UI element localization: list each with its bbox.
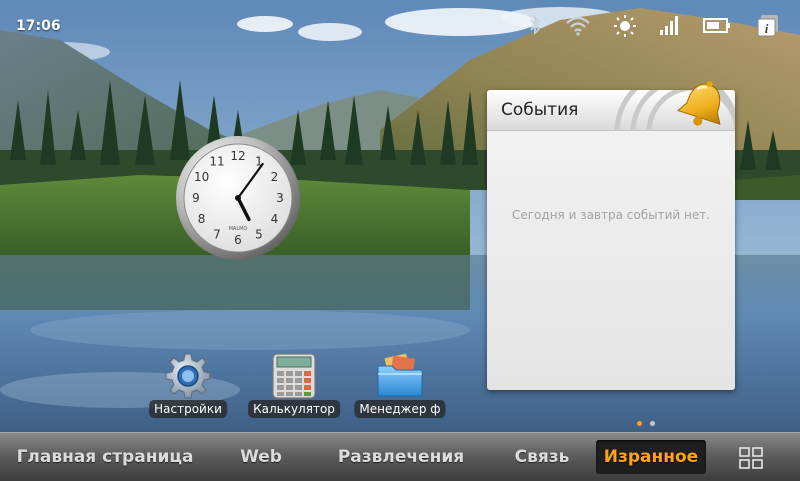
analog-clock-widget[interactable]: 12 1234567891011 MALMO — [174, 134, 302, 262]
status-time: 17:06 — [16, 18, 61, 34]
clock-number: 11 — [209, 155, 224, 169]
clock-number: 3 — [276, 191, 284, 205]
app-label: Настройки — [149, 400, 227, 418]
clock-number: 12 — [230, 149, 245, 163]
signal-icon — [660, 16, 678, 35]
folder-icon — [377, 353, 423, 397]
wifi-icon — [566, 16, 590, 36]
app-file-manager[interactable]: Менеджер ф — [352, 352, 448, 424]
tab-home[interactable]: Главная страница — [8, 433, 202, 481]
info-icon[interactable]: i — [756, 14, 780, 38]
clock-number: 8 — [198, 212, 206, 226]
battery-icon — [703, 18, 730, 33]
clock-number: 4 — [271, 212, 279, 226]
calculator-icon — [272, 353, 316, 399]
clock-number: 7 — [213, 227, 221, 241]
events-widget[interactable]: События Сегодня и завтра событий нет. — [487, 81, 735, 390]
tab-favorites[interactable]: Изранное — [596, 440, 706, 474]
clock-number: 5 — [255, 227, 263, 241]
svg-text:i: i — [765, 21, 769, 36]
bottom-tab-bar: Главная страница Web Развлечения Связь И… — [0, 432, 800, 481]
events-title: События — [501, 100, 579, 120]
clock-brand: MALMO — [229, 226, 248, 232]
bell-icon — [677, 81, 721, 126]
clock-number: 10 — [194, 170, 209, 184]
clock-number: 2 — [271, 170, 279, 184]
app-settings[interactable]: Настройки — [140, 352, 236, 424]
clock-number: 6 — [234, 233, 242, 247]
tab-web[interactable]: Web — [226, 433, 296, 481]
bluetooth-icon — [530, 14, 541, 36]
page-indicator-active — [637, 421, 642, 426]
tab-communication[interactable]: Связь — [502, 433, 582, 481]
gear-icon — [165, 353, 211, 399]
brightness-icon — [614, 15, 636, 37]
page-indicator-inactive — [650, 421, 655, 426]
tab-entertainment[interactable]: Развлечения — [326, 433, 476, 481]
all-apps-grid-icon[interactable] — [738, 446, 764, 470]
app-label: Менеджер ф — [354, 400, 446, 418]
app-calculator[interactable]: Калькулятор — [246, 352, 342, 424]
app-label: Калькулятор — [248, 400, 340, 418]
status-bar: 17:06 i — [0, 0, 800, 50]
events-empty-message: Сегодня и завтра событий нет. — [511, 208, 711, 222]
clock-number: 9 — [192, 191, 200, 205]
